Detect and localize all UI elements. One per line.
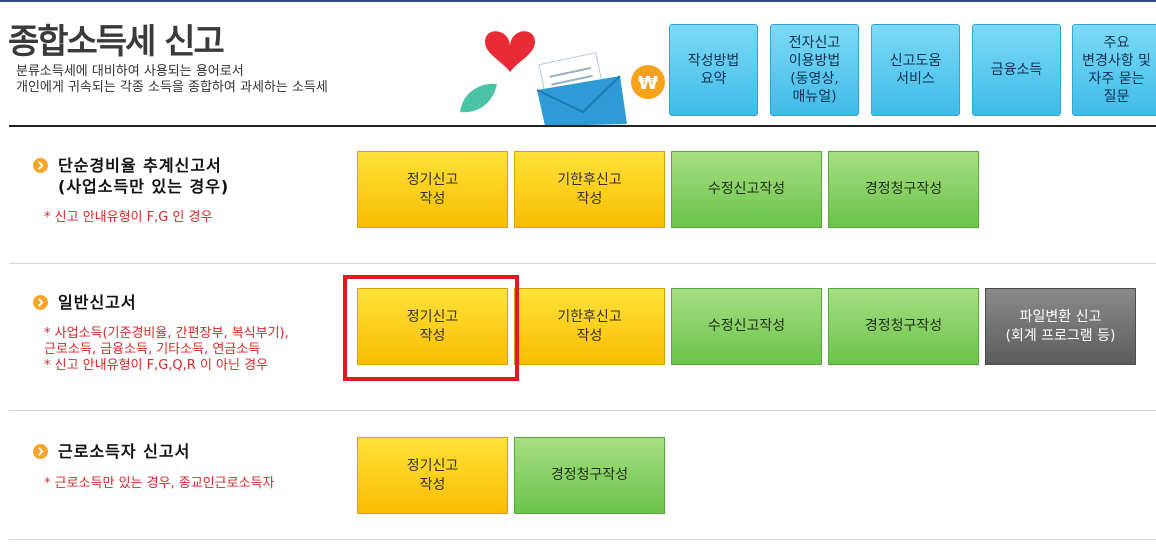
section-note-earned-income: * 근로소득만 있는 경우, 종교인근로소득자 bbox=[44, 476, 275, 491]
envelope-heart-won-illustration: ₩ bbox=[460, 31, 665, 126]
highlight-box bbox=[343, 275, 519, 381]
simple-regular-filing-button[interactable]: 정기신고 작성 bbox=[357, 151, 508, 228]
section-divider bbox=[9, 263, 1156, 264]
help-button-changes-faq[interactable]: 주요 변경사항 및 자주 묻는 질문 bbox=[1072, 24, 1156, 116]
help-button-financial-income[interactable]: 금융소득 bbox=[972, 24, 1061, 116]
chevron-right-icon bbox=[33, 444, 48, 459]
general-refund-claim-button[interactable]: 경정청구작성 bbox=[828, 288, 979, 365]
page-title: 종합소득세 신고 bbox=[8, 22, 225, 62]
general-late-filing-button[interactable]: 기한후신고 작성 bbox=[514, 288, 665, 365]
header-divider bbox=[9, 125, 1156, 127]
general-amended-filing-button[interactable]: 수정신고작성 bbox=[671, 288, 822, 365]
section-title-general: 일반신고서 bbox=[58, 293, 137, 312]
chevron-right-icon bbox=[33, 295, 48, 310]
section-title-earned-income: 근로소득자 신고서 bbox=[58, 442, 191, 461]
help-button-writing-guide[interactable]: 작성방법 요약 bbox=[669, 24, 758, 116]
page-description: 분류소득세에 대비하여 사용되는 용어로서 개인에게 귀속되는 각종 소득을 종… bbox=[16, 64, 328, 96]
section-divider bbox=[9, 410, 1156, 411]
svg-text:₩: ₩ bbox=[638, 73, 658, 94]
simple-refund-claim-button[interactable]: 경정청구작성 bbox=[828, 151, 979, 228]
leaf-icon bbox=[460, 83, 497, 113]
simple-late-filing-button[interactable]: 기한후신고 작성 bbox=[514, 151, 665, 228]
simple-amended-filing-button[interactable]: 수정신고작성 bbox=[671, 151, 822, 228]
earned-refund-claim-button[interactable]: 경정청구작성 bbox=[514, 437, 665, 514]
general-file-conversion-button[interactable]: 파일변환 신고 (회계 프로그램 등) bbox=[985, 288, 1136, 365]
section-note-general: * 사업소득(기준경비율, 간편장부, 복식부기), 근로소득, 금융소득, 기… bbox=[44, 326, 289, 373]
help-button-efiling-usage[interactable]: 전자신고 이용방법 (동영상, 매뉴얼) bbox=[770, 24, 859, 116]
description-line-1: 분류소득세에 대비하여 사용되는 용어로서 bbox=[16, 64, 244, 79]
section-title-simple-rate: 단순경비율 추계신고서 (사업소득만 있는 경우) bbox=[58, 156, 230, 196]
section-divider bbox=[9, 539, 1156, 540]
help-button-filing-help[interactable]: 신고도움 서비스 bbox=[871, 24, 960, 116]
heart-icon bbox=[485, 31, 535, 73]
section-note-simple-rate: * 신고 안내유형이 F,G 인 경우 bbox=[44, 210, 213, 225]
top-border bbox=[0, 0, 1156, 2]
chevron-right-icon bbox=[33, 158, 48, 173]
earned-regular-filing-button[interactable]: 정기신고 작성 bbox=[357, 437, 508, 514]
description-line-2: 개인에게 귀속되는 각종 소득을 종합하여 과세하는 소득세 bbox=[16, 80, 328, 95]
